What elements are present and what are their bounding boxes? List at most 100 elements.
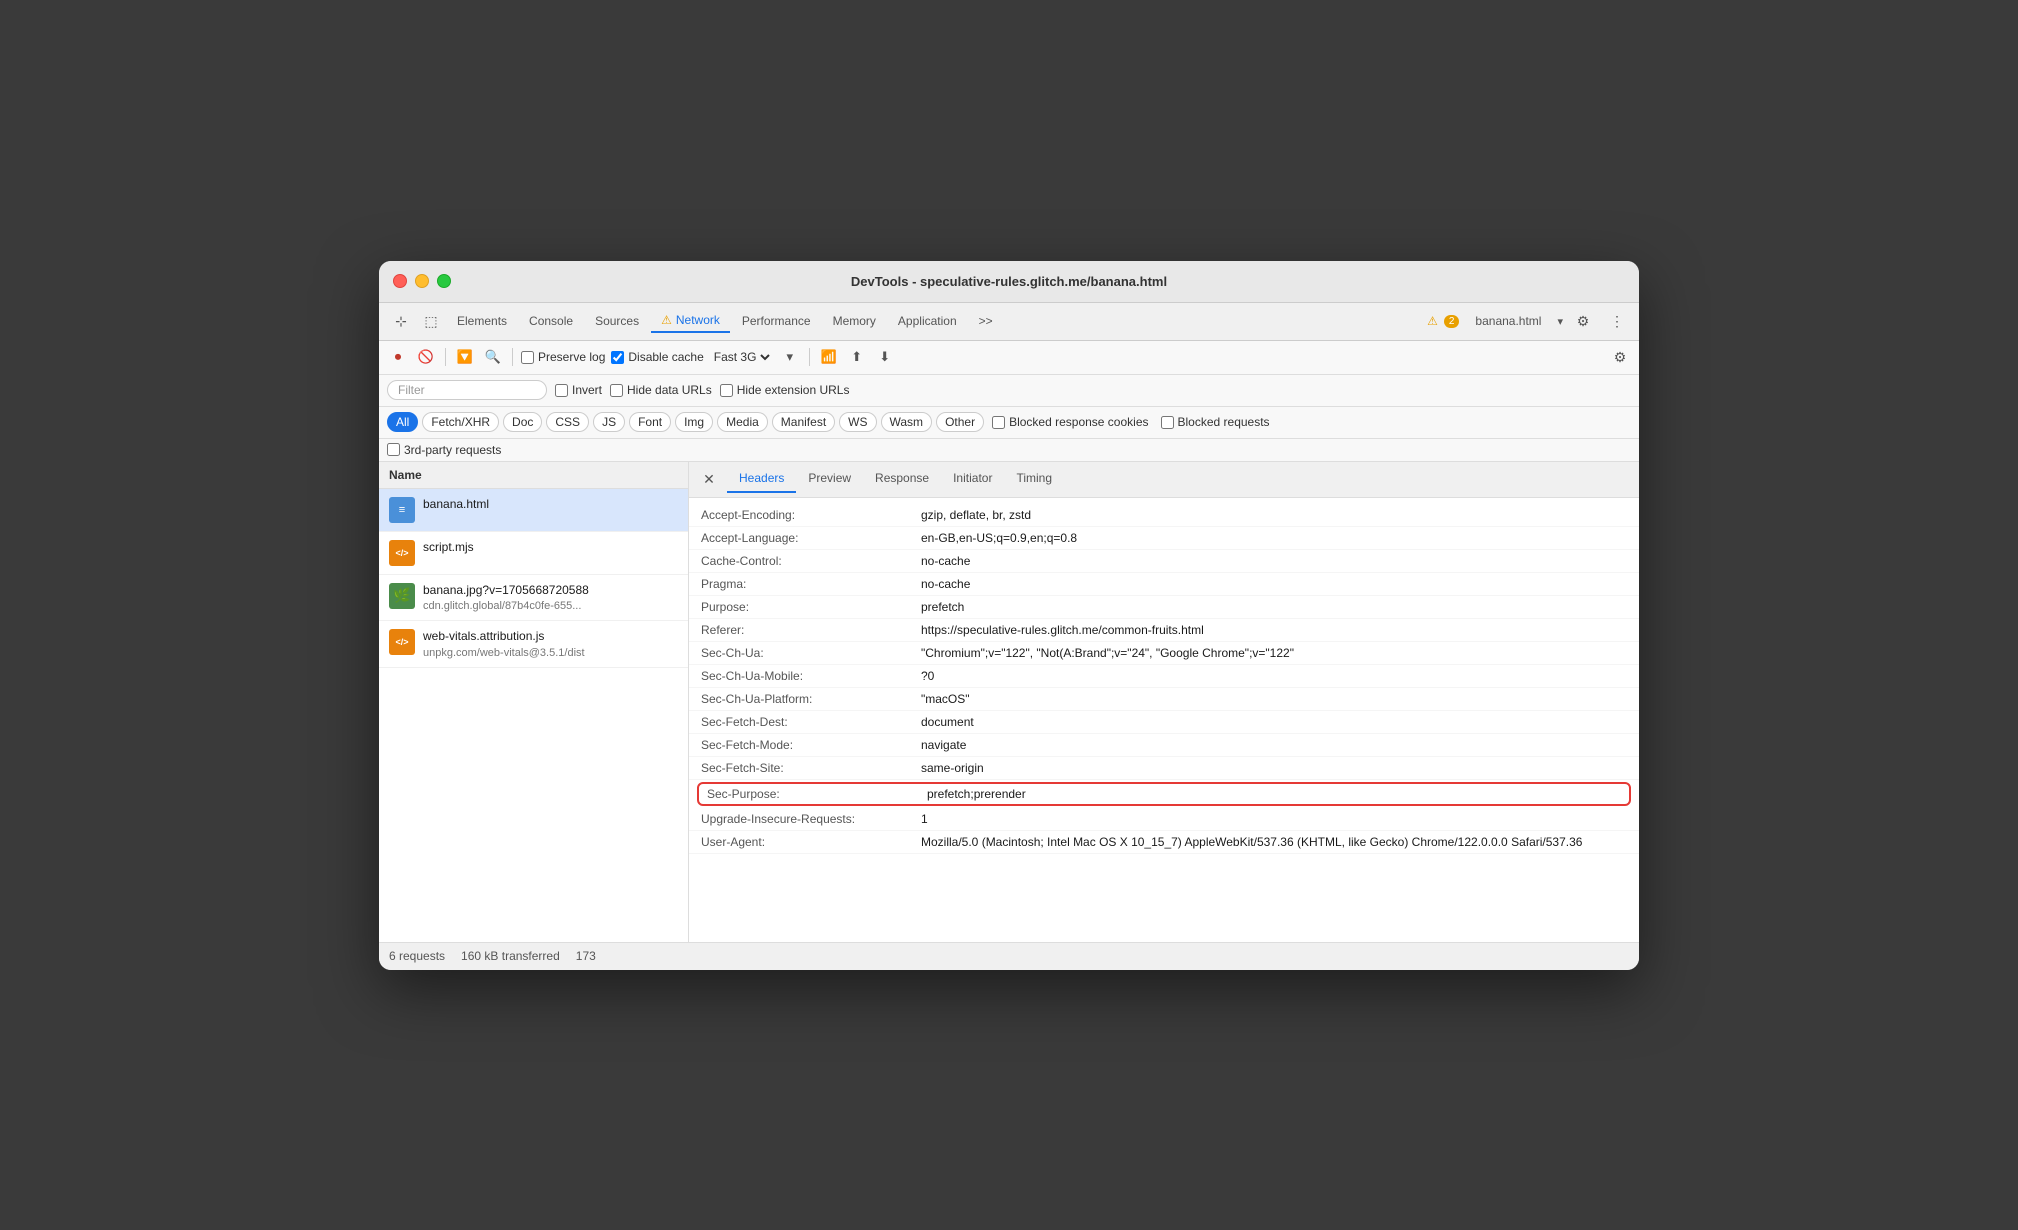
device-icon[interactable]: ⬚ (417, 307, 445, 335)
header-value: "macOS" (921, 692, 970, 706)
header-row: Referer:https://speculative-rules.glitch… (689, 619, 1639, 642)
type-button-all[interactable]: All (387, 412, 418, 432)
tab-console[interactable]: Console (519, 310, 583, 332)
detail-tab-bar: ✕ HeadersPreviewResponseInitiatorTiming (689, 462, 1639, 498)
tab-more[interactable]: >> (969, 310, 1003, 332)
export-icon[interactable]: ⬇ (874, 346, 896, 368)
type-button-wasm[interactable]: Wasm (881, 412, 933, 432)
detail-tab-initiator[interactable]: Initiator (941, 465, 1004, 493)
detail-close-button[interactable]: ✕ (697, 467, 721, 491)
header-value: Mozilla/5.0 (Macintosh; Intel Mac OS X 1… (921, 835, 1582, 849)
hide-extension-urls-checkbox[interactable] (720, 384, 733, 397)
page-dropdown-icon[interactable]: ▾ (1557, 315, 1563, 328)
detail-tab-timing[interactable]: Timing (1004, 465, 1064, 493)
disable-cache-label[interactable]: Disable cache (611, 350, 703, 364)
page-selector[interactable]: banana.html (1465, 310, 1551, 332)
header-row: Sec-Ch-Ua-Mobile:?0 (689, 665, 1639, 688)
disable-cache-checkbox[interactable] (611, 351, 624, 364)
tab-application[interactable]: Application (888, 310, 967, 332)
header-name: Sec-Ch-Ua: (701, 646, 921, 660)
type-filter-bar: AllFetch/XHRDocCSSJSFontImgMediaManifest… (379, 407, 1639, 439)
header-value: "Chromium";v="122", "Not(A:Brand";v="24"… (921, 646, 1294, 660)
header-row: Upgrade-Insecure-Requests:1 (689, 808, 1639, 831)
record-stop-button[interactable]: ⏺ (387, 346, 409, 368)
third-party-checkbox[interactable] (387, 443, 400, 456)
blocked-cookies-checkbox[interactable] (992, 416, 1005, 429)
invert-label[interactable]: Invert (555, 383, 602, 397)
header-name: Pragma: (701, 577, 921, 591)
type-button-font[interactable]: Font (629, 412, 671, 432)
preserve-log-label[interactable]: Preserve log (521, 350, 605, 364)
detail-tabs-container: HeadersPreviewResponseInitiatorTiming (727, 465, 1064, 493)
network-settings-icon[interactable]: ⚙ (1609, 346, 1631, 368)
header-value: en-GB,en-US;q=0.9,en;q=0.8 (921, 531, 1077, 545)
header-name: Accept-Encoding: (701, 508, 921, 522)
import-icon[interactable]: ⬆ (846, 346, 868, 368)
type-button-manifest[interactable]: Manifest (772, 412, 835, 432)
filter-bar: Invert Hide data URLs Hide extension URL… (379, 375, 1639, 407)
hide-extension-urls-label[interactable]: Hide extension URLs (720, 383, 850, 397)
file-item[interactable]: </> script.mjs (379, 532, 688, 575)
type-buttons: AllFetch/XHRDocCSSJSFontImgMediaManifest… (387, 412, 984, 432)
blocked-cookies-label[interactable]: Blocked response cookies (992, 415, 1148, 429)
header-row: Cache-Control:no-cache (689, 550, 1639, 573)
devtools-window: DevTools - speculative-rules.glitch.me/b… (379, 261, 1639, 970)
type-button-css[interactable]: CSS (546, 412, 589, 432)
clear-button[interactable]: 🚫 (415, 346, 437, 368)
cursor-icon[interactable]: ⊹ (387, 307, 415, 335)
throttle-dropdown-icon[interactable]: ▾ (779, 346, 801, 368)
extra-info: 173 (576, 949, 596, 963)
third-party-bar: 3rd-party requests (379, 439, 1639, 462)
header-row: Sec-Fetch-Site:same-origin (689, 757, 1639, 780)
headers-content: Accept-Encoding:gzip, deflate, br, zstdA… (689, 498, 1639, 942)
tab-memory[interactable]: Memory (823, 310, 886, 332)
header-row: Sec-Ch-Ua:"Chromium";v="122", "Not(A:Bra… (689, 642, 1639, 665)
file-subtext: cdn.glitch.global/87b4c0fe-655... (423, 600, 589, 612)
header-name: Sec-Fetch-Dest: (701, 715, 921, 729)
search-icon[interactable]: 🔍 (482, 346, 504, 368)
hide-data-urls-label[interactable]: Hide data URLs (610, 383, 712, 397)
blocked-requests-checkbox[interactable] (1161, 416, 1174, 429)
header-row: Sec-Ch-Ua-Platform:"macOS" (689, 688, 1639, 711)
tab-elements[interactable]: Elements (447, 310, 517, 332)
maximize-button[interactable] (437, 274, 451, 288)
tab-network[interactable]: ⚠ Network (651, 309, 730, 333)
headers-container: Accept-Encoding:gzip, deflate, br, zstdA… (689, 504, 1639, 854)
blocked-requests-label[interactable]: Blocked requests (1161, 415, 1270, 429)
type-button-other[interactable]: Other (936, 412, 984, 432)
type-button-doc[interactable]: Doc (503, 412, 542, 432)
third-party-label[interactable]: 3rd-party requests (387, 443, 501, 457)
header-value: ?0 (921, 669, 934, 683)
titlebar: DevTools - speculative-rules.glitch.me/b… (379, 261, 1639, 303)
close-button[interactable] (393, 274, 407, 288)
type-button-img[interactable]: Img (675, 412, 713, 432)
header-name: Upgrade-Insecure-Requests: (701, 812, 921, 826)
detail-tab-response[interactable]: Response (863, 465, 941, 493)
invert-checkbox[interactable] (555, 384, 568, 397)
type-button-fetch/xhr[interactable]: Fetch/XHR (422, 412, 499, 432)
file-item[interactable]: ≡banana.html (379, 489, 688, 532)
file-item[interactable]: 🌿banana.jpg?v=1705668720588cdn.glitch.gl… (379, 575, 688, 622)
file-name: script.mjs (423, 540, 474, 556)
file-item[interactable]: </>web-vitals.attribution.jsunpkg.com/we… (379, 621, 688, 668)
tab-sources[interactable]: Sources (585, 310, 649, 332)
type-button-ws[interactable]: WS (839, 412, 876, 432)
detail-tab-headers[interactable]: Headers (727, 465, 796, 493)
settings-icon[interactable]: ⚙ (1569, 307, 1597, 335)
minimize-button[interactable] (415, 274, 429, 288)
filter-input[interactable] (387, 380, 547, 400)
filter-icon[interactable]: 🔽 (454, 346, 476, 368)
more-options-icon[interactable]: ⋮ (1603, 307, 1631, 335)
type-button-media[interactable]: Media (717, 412, 768, 432)
header-row: User-Agent:Mozilla/5.0 (Macintosh; Intel… (689, 831, 1639, 854)
file-icon: </> (389, 540, 415, 566)
detail-tab-preview[interactable]: Preview (796, 465, 863, 493)
file-subtext: unpkg.com/web-vitals@3.5.1/dist (423, 647, 585, 659)
preserve-log-checkbox[interactable] (521, 351, 534, 364)
header-value: https://speculative-rules.glitch.me/comm… (921, 623, 1204, 637)
type-button-js[interactable]: JS (593, 412, 625, 432)
wifi-icon[interactable]: 📶 (818, 346, 840, 368)
tab-performance[interactable]: Performance (732, 310, 821, 332)
throttle-select[interactable]: Fast 3G (710, 349, 773, 365)
hide-data-urls-checkbox[interactable] (610, 384, 623, 397)
